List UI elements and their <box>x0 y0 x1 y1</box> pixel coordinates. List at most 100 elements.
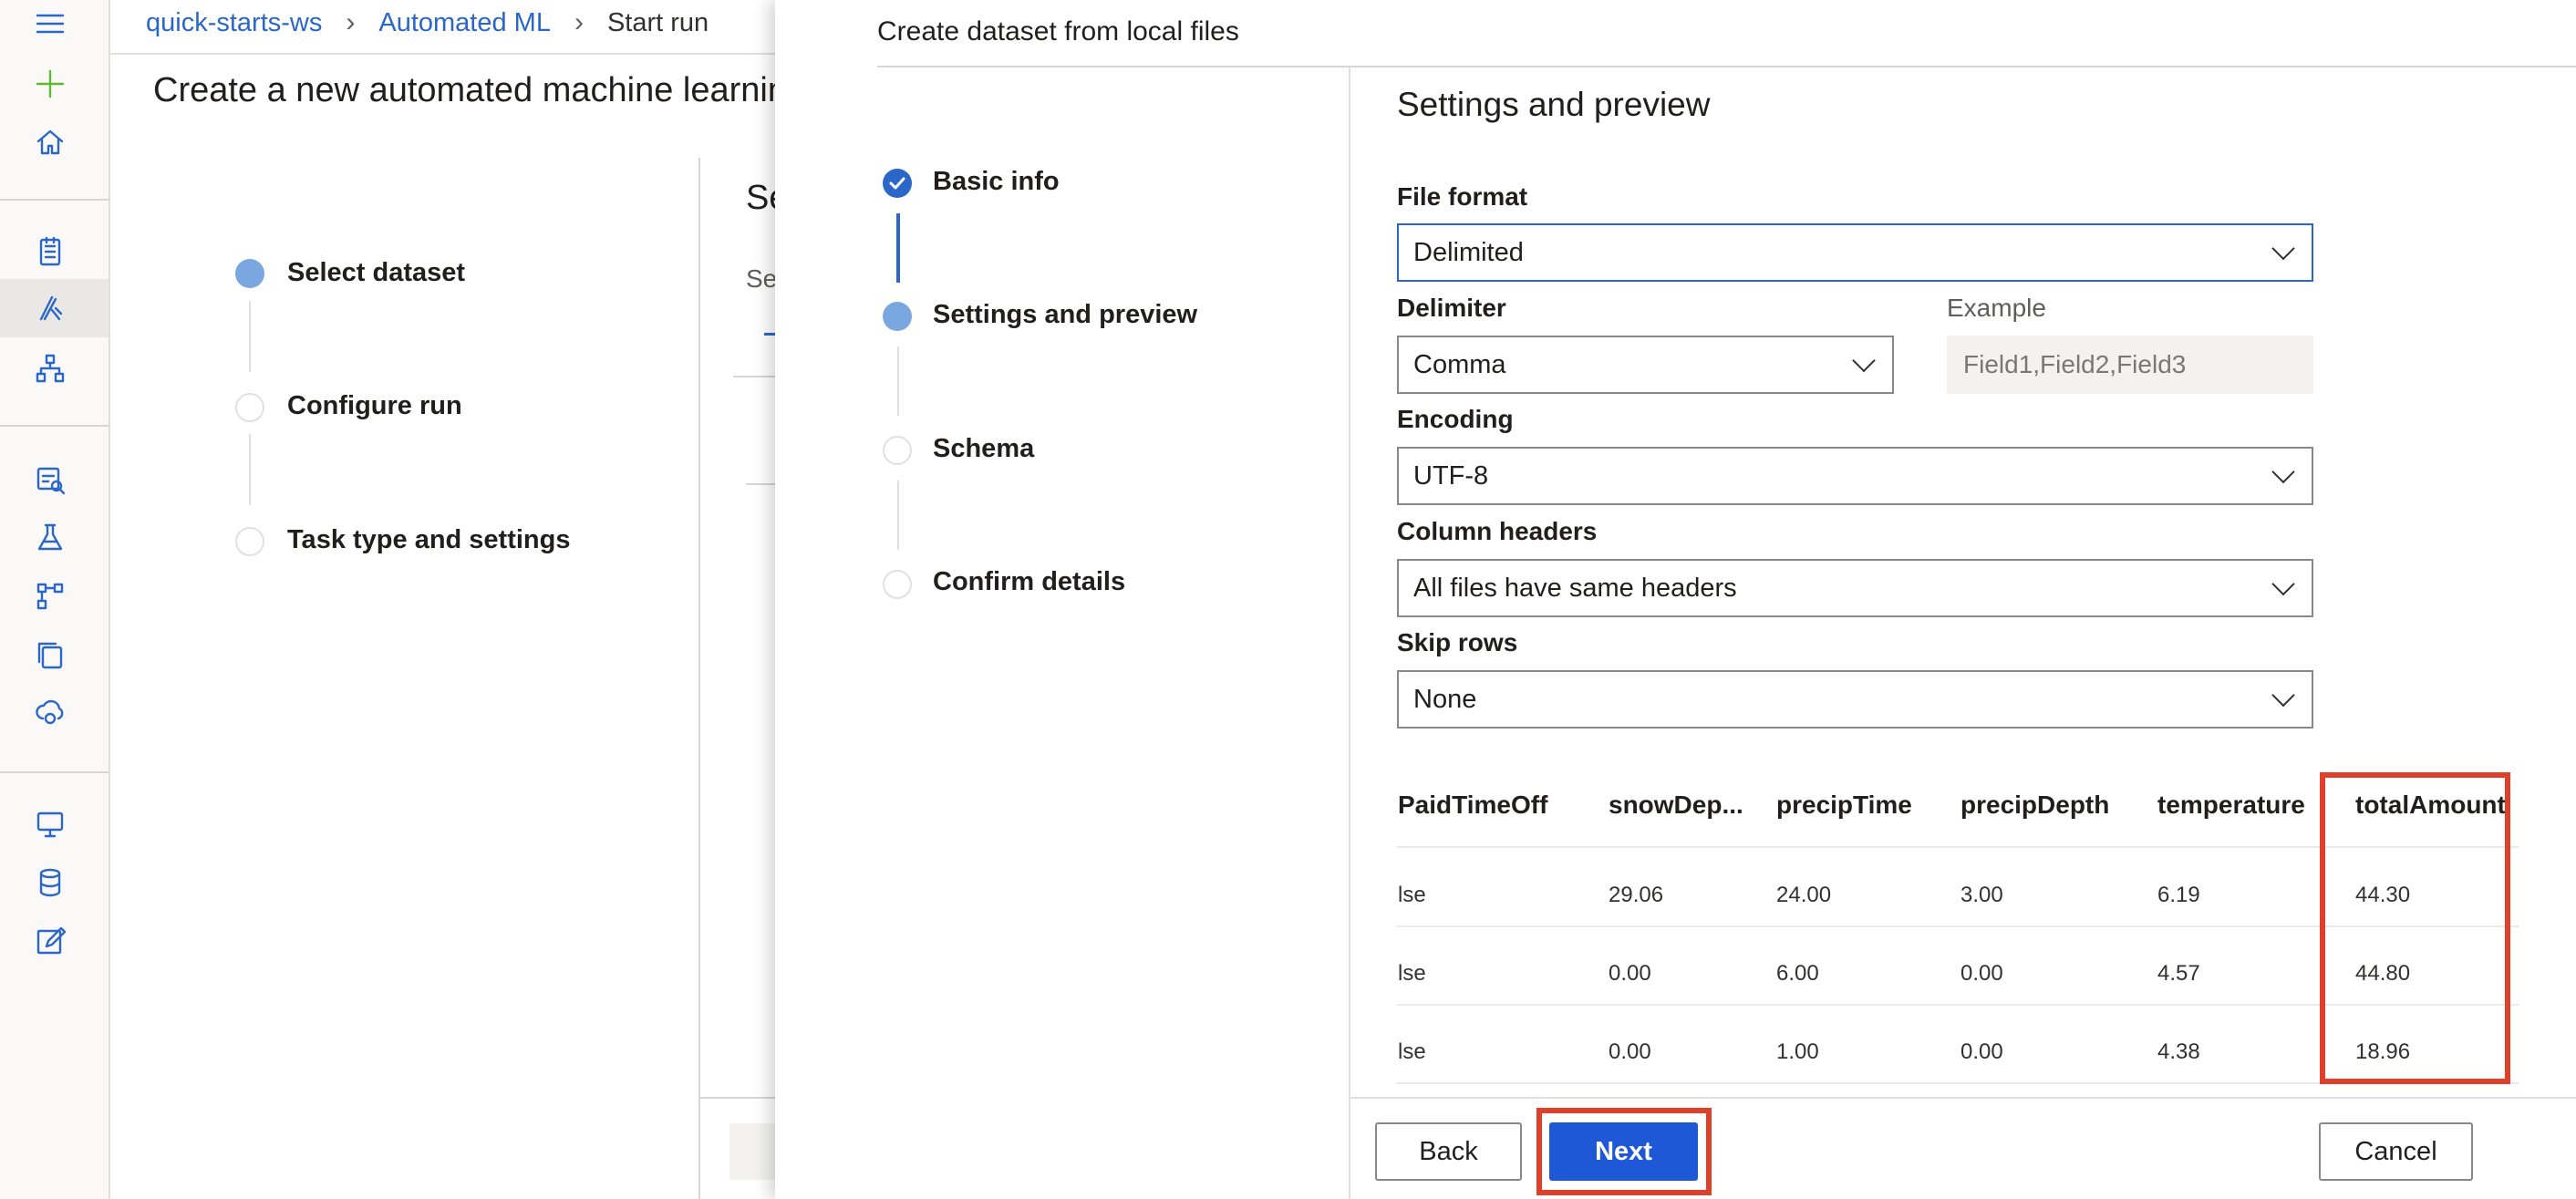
table-cell: 4.38 <box>2157 1039 2200 1064</box>
notebooks-icon[interactable] <box>30 232 70 272</box>
table-cell: 6.19 <box>2157 883 2200 907</box>
models-icon[interactable] <box>30 635 70 675</box>
chevron-down-icon <box>2271 460 2295 484</box>
datastores-icon[interactable] <box>30 863 70 903</box>
table-cell: 6.00 <box>1776 961 1819 986</box>
cancel-button[interactable]: Cancel <box>2319 1122 2473 1181</box>
chevron-down-icon <box>1852 348 1876 373</box>
example-label: Example <box>1947 294 2046 322</box>
wizard-connector <box>897 481 899 550</box>
table-cell: 3.00 <box>1960 883 2003 907</box>
breadcrumb-automated-ml-link[interactable]: Automated ML <box>378 8 551 38</box>
panel-footer-divider <box>1349 1097 2576 1099</box>
table-cell: 24.00 <box>1776 883 1832 907</box>
table-cell: 0.00 <box>1609 961 1651 986</box>
chevron-right-icon: › <box>346 7 356 37</box>
step-configure-run[interactable]: Configure run <box>287 391 462 421</box>
column-header[interactable]: snowDep... <box>1609 791 1743 820</box>
delimiter-dropdown[interactable]: Comma <box>1397 336 1894 394</box>
wizard-dot <box>883 570 912 599</box>
column-header[interactable]: PaidTimeOff <box>1398 791 1547 820</box>
wizard-dot <box>883 436 912 465</box>
step-select-dataset[interactable]: Select dataset <box>287 258 465 288</box>
file-format-value: Delimited <box>1413 237 1524 267</box>
chevron-down-icon <box>2271 236 2295 261</box>
table-cell: lse <box>1398 1039 1426 1064</box>
table-cell: 4.57 <box>2157 961 2200 986</box>
automated-ml-icon[interactable] <box>30 288 70 328</box>
checkmark-icon <box>883 169 912 198</box>
column-headers-dropdown[interactable]: All files have same headers <box>1397 559 2313 617</box>
next-button[interactable]: Next <box>1549 1122 1698 1181</box>
add-icon[interactable] <box>30 64 70 104</box>
column-header[interactable]: precipDepth <box>1960 791 2109 820</box>
compute-icon[interactable] <box>30 804 70 844</box>
step-connector <box>249 434 251 505</box>
experiments-icon[interactable] <box>30 518 70 558</box>
step-connector <box>249 301 251 372</box>
column-header[interactable]: temperature <box>2157 791 2305 820</box>
delimiter-label: Delimiter <box>1397 294 1506 322</box>
panel-header-divider <box>877 66 2576 67</box>
wizard-dot-active <box>883 302 912 331</box>
wizard-step-confirm-details[interactable]: Confirm details <box>933 567 1125 597</box>
table-cell: 29.06 <box>1609 883 1664 907</box>
breadcrumb: quick-starts-ws › Automated ML › Start r… <box>146 7 709 38</box>
background-section-sub: Se <box>746 264 778 293</box>
wizard-step-basic-info[interactable]: Basic info <box>933 167 1060 197</box>
background-footer-line <box>700 1097 775 1099</box>
wizard-connector-complete <box>896 213 900 283</box>
example-field: Field1,Field2,Field3 <box>1947 336 2313 394</box>
chevron-down-icon <box>2271 683 2295 708</box>
total-amount-highlight <box>2320 772 2510 1084</box>
section-title: Settings and preview <box>1397 86 1711 123</box>
step-task-type[interactable]: Task type and settings <box>287 525 571 555</box>
skip-rows-label: Skip rows <box>1397 628 1518 656</box>
table-cell: lse <box>1398 883 1426 907</box>
panel-title: Create dataset from local files <box>877 16 1239 47</box>
background-button-stub <box>729 1123 775 1180</box>
step-dot-active <box>235 259 264 288</box>
encoding-label: Encoding <box>1397 405 1514 433</box>
delimiter-value: Comma <box>1413 349 1506 379</box>
file-format-dropdown[interactable]: Delimited <box>1397 223 2313 282</box>
background-tab-indicator <box>764 333 775 336</box>
back-button[interactable]: Back <box>1375 1122 1522 1181</box>
background-content-divider <box>698 158 700 1199</box>
encoding-value: UTF-8 <box>1413 460 1489 491</box>
table-cell: 1.00 <box>1776 1039 1819 1064</box>
skip-rows-dropdown[interactable]: None <box>1397 670 2313 729</box>
encoding-dropdown[interactable]: UTF-8 <box>1397 447 2313 505</box>
data-labeling-icon[interactable] <box>30 921 70 961</box>
hamburger-icon[interactable] <box>30 4 70 44</box>
left-nav-rail <box>0 0 110 1199</box>
pipelines-icon[interactable] <box>30 576 70 616</box>
background-line <box>746 483 775 485</box>
step-dot <box>235 527 264 556</box>
wizard-step-settings-preview[interactable]: Settings and preview <box>933 300 1197 330</box>
endpoints-icon[interactable] <box>30 693 70 733</box>
table-cell: 0.00 <box>1960 961 2003 986</box>
table-cell: lse <box>1398 961 1426 986</box>
table-cell: 0.00 <box>1960 1039 2003 1064</box>
header-divider <box>109 53 838 55</box>
home-icon[interactable] <box>30 122 70 162</box>
table-cell: 0.00 <box>1609 1039 1651 1064</box>
wizard-connector <box>897 346 899 416</box>
breadcrumb-current: Start run <box>606 7 709 37</box>
skip-rows-value: None <box>1413 684 1477 714</box>
datasets-icon[interactable] <box>30 460 70 500</box>
column-header[interactable]: precipTime <box>1776 791 1912 820</box>
step-dot <box>235 393 264 422</box>
designer-icon[interactable] <box>30 348 70 388</box>
panel-wizard-divider <box>1349 67 1350 1199</box>
column-headers-value: All files have same headers <box>1413 573 1737 603</box>
background-line <box>733 376 775 377</box>
chevron-right-icon: › <box>574 7 584 37</box>
chevron-down-icon <box>2271 572 2295 596</box>
breadcrumb-workspace-link[interactable]: quick-starts-ws <box>146 8 322 38</box>
example-value: Field1,Field2,Field3 <box>1963 350 2187 378</box>
wizard-step-schema[interactable]: Schema <box>933 434 1034 464</box>
file-format-label: File format <box>1397 182 1528 211</box>
column-headers-label: Column headers <box>1397 517 1598 545</box>
